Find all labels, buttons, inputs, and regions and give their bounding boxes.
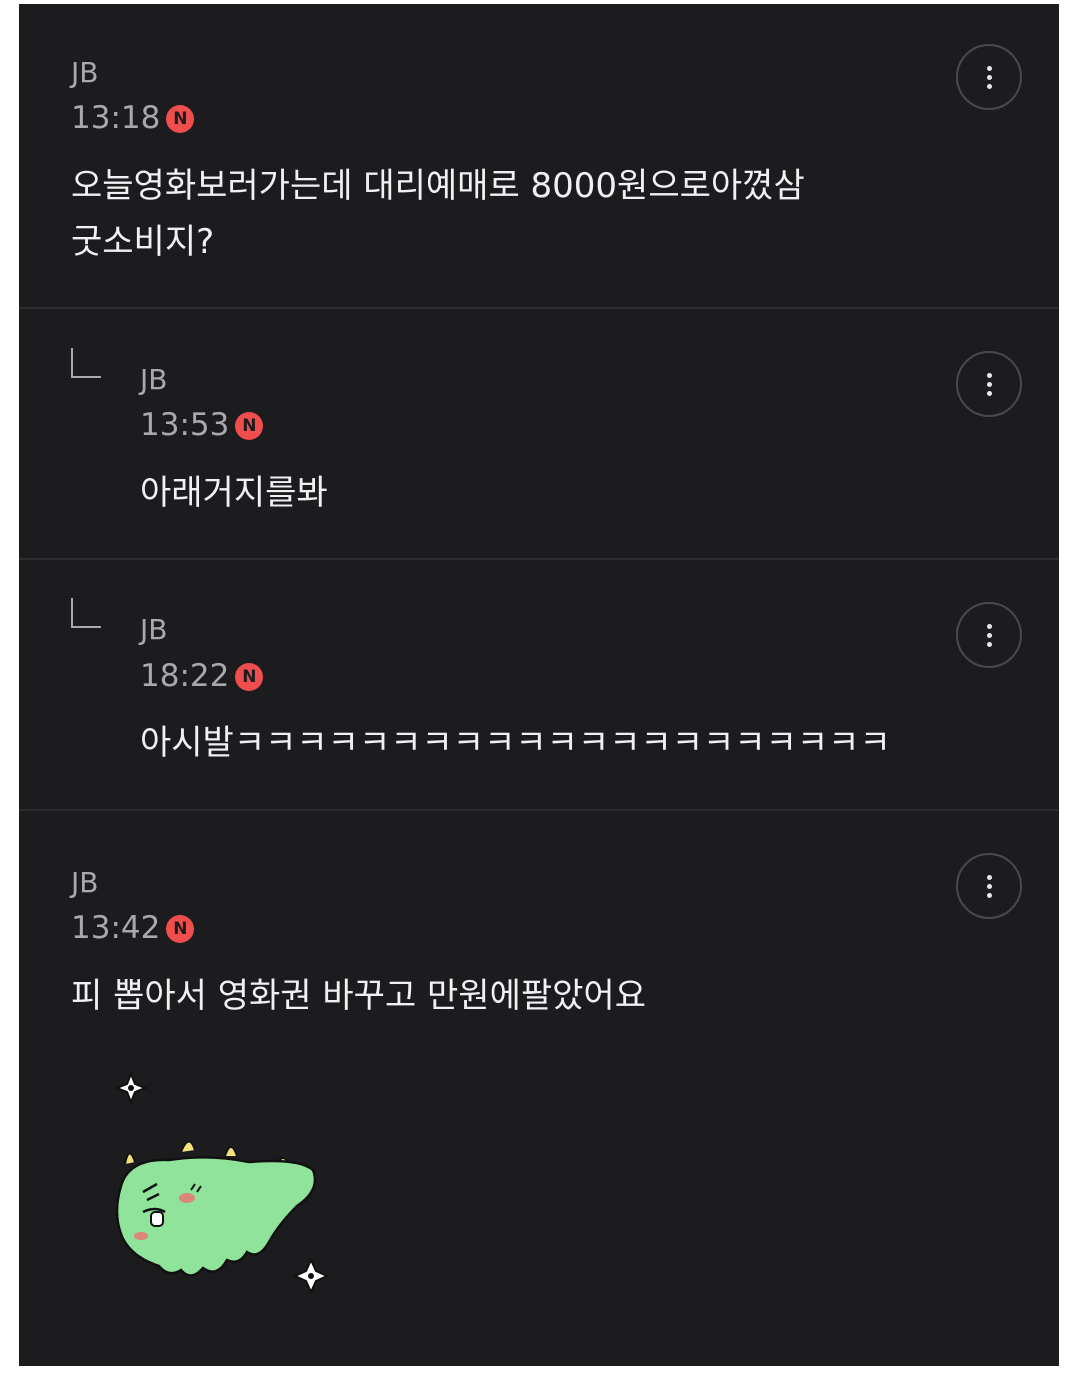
reply-corner-icon [71, 348, 101, 378]
comment-meta: 13:18 N [71, 100, 195, 136]
comment-author: JB [71, 56, 99, 89]
comment-text: 피 뽑아서 영화권 바꾸고 만원에팔았어요 [71, 976, 646, 1016]
comment-author: JB [140, 613, 168, 646]
comment-text: 오늘영화보러가는데 대리예매로 8000원으로아꼈삼 굿소비지? [71, 166, 805, 262]
vertical-ellipsis-icon[interactable] [956, 602, 1022, 668]
sparkle-icon [114, 1071, 148, 1105]
comment-time: 13:18 [71, 100, 161, 136]
sparkle-icon [292, 1257, 329, 1295]
vertical-ellipsis-icon[interactable] [956, 351, 1022, 417]
comment-item: JB 13:18 N 오늘영화보러가는데 대리예매로 8000원으로아꼈삼 굿소… [19, 4, 1059, 307]
comment-time: 13:53 [140, 407, 230, 443]
comment-author: JB [71, 866, 99, 899]
new-badge-icon: N [235, 412, 264, 440]
vertical-ellipsis-icon[interactable] [956, 853, 1022, 919]
comment-time: 13:42 [71, 910, 161, 946]
comment-text: 아래거지를봐 [140, 473, 328, 513]
comment-time: 18:22 [140, 658, 230, 694]
reply-item: JB 18:22 N 아시발ㅋㅋㅋㅋㅋㅋㅋㅋㅋㅋㅋㅋㅋㅋㅋㅋㅋㅋㅋㅋㅋ [19, 560, 1059, 809]
reply-corner-icon [71, 598, 101, 628]
comment-author: JB [140, 363, 168, 396]
vertical-ellipsis-icon[interactable] [956, 44, 1022, 110]
comment-list: JB 13:18 N 오늘영화보러가는데 대리예매로 8000원으로아꼈삼 굿소… [19, 4, 1059, 1366]
reply-item: JB 13:53 N 아래거지를봐 [19, 309, 1059, 558]
comment-meta: 13:53 N [140, 407, 264, 443]
comment-meta: 18:22 N [140, 658, 264, 694]
creature-body [115, 1156, 317, 1277]
green-creature-sticker [114, 1071, 329, 1295]
new-badge-icon: N [235, 663, 264, 691]
new-badge-icon: N [166, 105, 195, 133]
comment-text: 아시발ㅋㅋㅋㅋㅋㅋㅋㅋㅋㅋㅋㅋㅋㅋㅋㅋㅋㅋㅋㅋㅋ [140, 723, 891, 763]
comment-meta: 13:42 N [71, 910, 195, 946]
new-badge-icon: N [166, 915, 195, 943]
